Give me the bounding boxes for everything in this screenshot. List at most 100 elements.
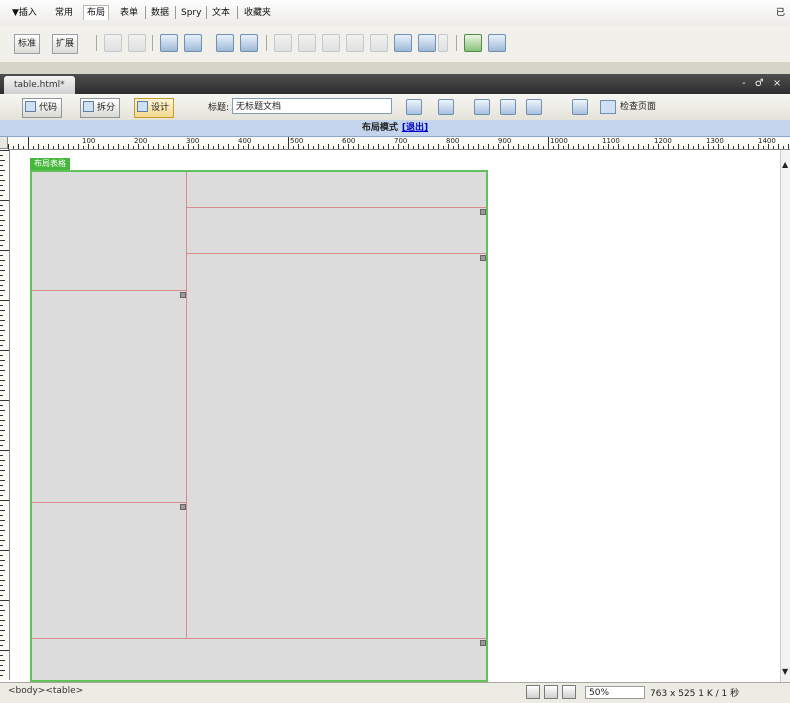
tab-layout[interactable]: 布局 bbox=[83, 5, 110, 20]
ruler-tick bbox=[778, 144, 779, 149]
zoom-select[interactable]: 50% bbox=[585, 686, 645, 699]
layout-table-tab[interactable]: 布局表格 bbox=[30, 158, 70, 170]
code-view-button[interactable]: 代码 bbox=[22, 98, 63, 118]
cell-resize-handle[interactable] bbox=[480, 640, 486, 646]
ruler-tick bbox=[368, 144, 369, 149]
file-management-icon[interactable] bbox=[406, 99, 422, 115]
ruler-tick bbox=[143, 146, 144, 149]
tab-data[interactable]: 数据 bbox=[151, 6, 169, 20]
frames-dropdown-icon[interactable] bbox=[418, 34, 436, 52]
ruler-tick bbox=[313, 146, 314, 149]
layout-table-icon[interactable] bbox=[104, 34, 122, 52]
ruler-tick bbox=[0, 515, 3, 516]
ruler-tick bbox=[0, 625, 3, 626]
ruler-tick bbox=[0, 655, 3, 656]
split-view-button[interactable]: 拆分 bbox=[80, 98, 121, 118]
ruler-tick bbox=[623, 146, 624, 149]
ruler-tick bbox=[378, 144, 379, 149]
insert-column-right-icon[interactable] bbox=[240, 34, 258, 52]
ruler-tick bbox=[123, 146, 124, 149]
insert-row-below-icon[interactable] bbox=[184, 34, 202, 52]
ruler-tick bbox=[153, 146, 154, 149]
ruler-tick bbox=[343, 146, 344, 149]
tab-common[interactable]: 常用 bbox=[55, 6, 73, 20]
spry-widget-icon[interactable] bbox=[464, 34, 482, 52]
insert-menu-tab[interactable]: ▼插入 bbox=[12, 6, 37, 20]
insert-row-above-icon[interactable] bbox=[160, 34, 178, 52]
validate-markup-icon[interactable] bbox=[572, 99, 588, 115]
standard-mode-button[interactable]: 标准 bbox=[14, 34, 41, 54]
expanded-mode-button[interactable]: 扩展 bbox=[52, 34, 79, 54]
ruler-tick bbox=[698, 144, 699, 149]
ruler-tick bbox=[0, 245, 3, 246]
select-tool-icon[interactable] bbox=[526, 685, 540, 699]
ruler-tick bbox=[433, 146, 434, 149]
ruler-tick bbox=[0, 315, 3, 316]
ruler-tick bbox=[0, 450, 9, 451]
draw-layout-cell-icon[interactable] bbox=[128, 34, 146, 52]
ruler-tick bbox=[353, 146, 354, 149]
ruler-tick bbox=[0, 465, 3, 466]
window-size-info: 763 x 525 1 K / 1 秒 bbox=[650, 686, 739, 699]
hand-tool-icon[interactable] bbox=[544, 685, 558, 699]
design-view-button[interactable]: 设计 bbox=[134, 98, 175, 118]
refresh-icon[interactable] bbox=[474, 99, 490, 115]
preview-in-browser-icon[interactable] bbox=[438, 99, 454, 115]
insert-div-icon[interactable] bbox=[274, 34, 292, 52]
window-controls[interactable]: - ♂ × bbox=[742, 78, 784, 89]
exit-layout-mode-link[interactable]: [退出] bbox=[402, 123, 428, 133]
spry-menu-icon[interactable] bbox=[370, 34, 388, 52]
ruler-tick bbox=[0, 420, 5, 421]
ruler-tick bbox=[743, 146, 744, 149]
ruler-tick bbox=[273, 146, 274, 149]
window-dimensions[interactable]: 763 x 525 bbox=[650, 689, 695, 699]
cell-resize-handle[interactable] bbox=[480, 209, 486, 215]
ruler-tick bbox=[488, 144, 489, 149]
ruler-tick bbox=[678, 144, 679, 149]
ruler-tick bbox=[0, 230, 5, 231]
tab-separator bbox=[206, 6, 207, 19]
spry-panel-icon[interactable] bbox=[394, 34, 412, 52]
ruler-tick bbox=[0, 545, 3, 546]
ruler-tick bbox=[258, 144, 259, 149]
ruler-tick bbox=[0, 665, 3, 666]
cell-resize-handle[interactable] bbox=[480, 255, 486, 261]
insert-column-left-icon[interactable] bbox=[216, 34, 234, 52]
view-options-icon[interactable] bbox=[500, 99, 516, 115]
spry-tabbed-panels-icon[interactable] bbox=[488, 34, 506, 52]
ruler-tick bbox=[13, 146, 14, 149]
ruler-tick bbox=[428, 144, 429, 149]
tab-favorites[interactable]: 收藏夹 bbox=[244, 6, 271, 20]
frames-icon[interactable] bbox=[322, 34, 340, 52]
tab-spry[interactable]: Spry bbox=[181, 6, 201, 20]
iframe-icon[interactable] bbox=[346, 34, 364, 52]
layout-table[interactable] bbox=[30, 170, 488, 682]
ruler-tick bbox=[453, 146, 454, 149]
ruler-tick bbox=[0, 535, 3, 536]
title-input[interactable]: 无标题文档 bbox=[232, 98, 392, 114]
draw-ap-div-icon[interactable] bbox=[298, 34, 316, 52]
ruler-tick bbox=[0, 290, 5, 291]
ruler-tick bbox=[393, 146, 394, 149]
ruler-tick bbox=[48, 144, 49, 149]
tab-text[interactable]: 文本 bbox=[212, 6, 230, 20]
ruler-tick bbox=[713, 146, 714, 149]
chevron-down-icon[interactable] bbox=[438, 34, 448, 52]
scroll-up-icon[interactable]: ▲ bbox=[782, 160, 788, 169]
cell-resize-handle[interactable] bbox=[180, 292, 186, 298]
tab-forms[interactable]: 表单 bbox=[120, 6, 138, 20]
document-tab[interactable]: table.html* bbox=[4, 76, 75, 94]
cell-resize-handle[interactable] bbox=[180, 504, 186, 510]
ruler-tick bbox=[628, 144, 629, 149]
ruler-tick bbox=[423, 146, 424, 149]
tag-selector[interactable]: <body><table> bbox=[8, 686, 83, 696]
check-page-button[interactable]: 检查页面 bbox=[600, 98, 656, 116]
ruler-tick bbox=[468, 144, 469, 149]
scroll-down-icon[interactable]: ▼ bbox=[782, 667, 788, 676]
ruler-tick bbox=[553, 146, 554, 149]
vertical-scrollbar[interactable]: ▲ ▼ bbox=[780, 150, 790, 682]
ruler-tick bbox=[203, 146, 204, 149]
zoom-tool-icon[interactable] bbox=[562, 685, 576, 699]
ruler-tick bbox=[0, 280, 5, 281]
visual-aids-icon[interactable] bbox=[526, 99, 542, 115]
